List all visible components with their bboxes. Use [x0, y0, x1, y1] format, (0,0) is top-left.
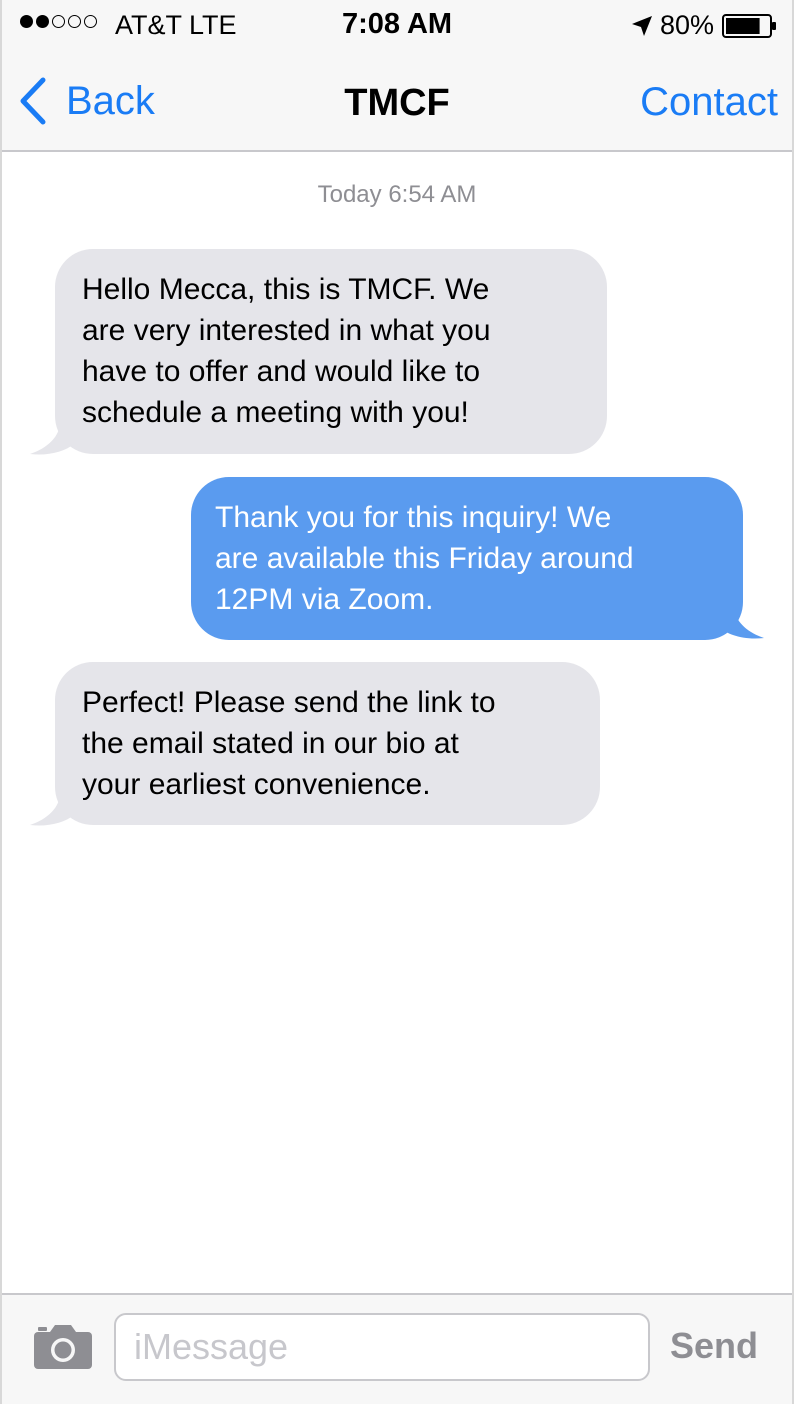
battery-icon — [722, 14, 776, 38]
camera-icon[interactable] — [32, 1323, 94, 1371]
message-timestamp: Today 6:54 AM — [317, 181, 477, 208]
outgoing-message-bubble[interactable]: Thank you for this inquiry! We are avail… — [191, 477, 743, 640]
navigation-bar: Back TMCF Contact — [2, 52, 792, 152]
status-bar: AT&T LTE 7:08 AM 80% — [2, 0, 792, 52]
messages-screen: AT&T LTE 7:08 AM 80% Back TMCF Contact T… — [0, 0, 794, 1404]
battery-percent: 80% — [660, 10, 715, 40]
message-composer: Send — [2, 1293, 792, 1404]
location-arrow-icon — [632, 16, 652, 36]
imessage-input[interactable] — [114, 1313, 650, 1381]
incoming-message-bubble[interactable]: Perfect! Please send the link to the ema… — [55, 662, 600, 825]
incoming-message-bubble[interactable]: Hello Mecca, this is TMCF. We are very i… — [55, 249, 607, 454]
send-button[interactable]: Send — [670, 1325, 758, 1367]
contact-button[interactable]: Contact — [640, 79, 778, 125]
